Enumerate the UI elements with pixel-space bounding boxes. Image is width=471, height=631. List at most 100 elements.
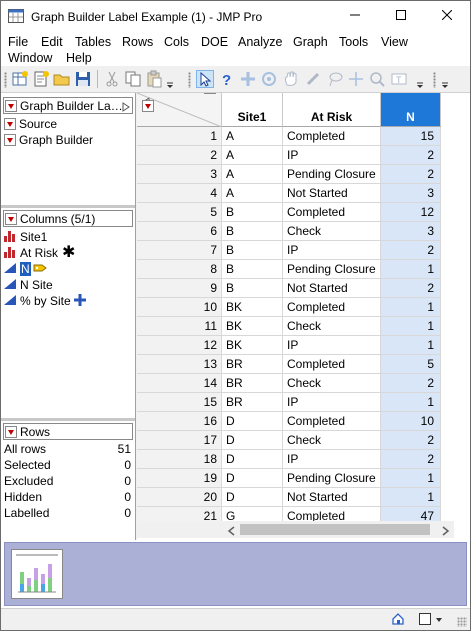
menu-doe[interactable]: DOE: [201, 34, 228, 50]
row-number[interactable]: 15: [137, 393, 222, 412]
cell-n[interactable]: 1: [381, 317, 441, 336]
row-number[interactable]: 17: [137, 431, 222, 450]
menu-analyze[interactable]: Analyze: [238, 34, 282, 50]
cell-site1[interactable]: D: [222, 450, 283, 469]
cell-n[interactable]: 15: [381, 127, 441, 146]
row-number[interactable]: 9: [137, 279, 222, 298]
new-data-table-icon[interactable]: [11, 70, 29, 88]
cell-at-risk[interactable]: Not Started: [283, 184, 381, 203]
grid-corner[interactable]: [137, 93, 222, 127]
brush-tool-icon[interactable]: [304, 70, 322, 88]
cell-site1[interactable]: D: [222, 431, 283, 450]
cell-at-risk[interactable]: IP: [283, 241, 381, 260]
cell-site1[interactable]: B: [222, 279, 283, 298]
cut-icon[interactable]: [103, 70, 121, 88]
menu-file[interactable]: File: [8, 34, 28, 50]
column-item-pct-by-site[interactable]: % by Site: [3, 293, 86, 309]
column-item-n-site[interactable]: N Site: [3, 277, 53, 293]
row-number[interactable]: 16: [137, 412, 222, 431]
cell-at-risk[interactable]: Check: [283, 431, 381, 450]
row-number[interactable]: 5: [137, 203, 222, 222]
menu-tables[interactable]: Tables: [75, 34, 111, 50]
open-folder-icon[interactable]: [53, 70, 71, 88]
cell-site1[interactable]: BK: [222, 317, 283, 336]
annotate-tool-icon[interactable]: T: [390, 70, 408, 88]
red-triangle-menu-icon[interactable]: [4, 118, 16, 130]
cell-site1[interactable]: A: [222, 146, 283, 165]
cell-site1[interactable]: B: [222, 222, 283, 241]
menu-edit[interactable]: Edit: [41, 34, 63, 50]
cell-n[interactable]: 2: [381, 450, 441, 469]
home-icon[interactable]: [391, 612, 405, 629]
row-number[interactable]: 18: [137, 450, 222, 469]
cell-at-risk[interactable]: Completed: [283, 355, 381, 374]
resize-grip-icon[interactable]: [457, 617, 467, 627]
column-header-at-risk[interactable]: At Risk: [283, 93, 381, 127]
grabber-tool-icon[interactable]: [282, 70, 300, 88]
red-triangle-menu-icon[interactable]: [5, 425, 17, 438]
cell-site1[interactable]: D: [222, 469, 283, 488]
row-number[interactable]: 20: [137, 488, 222, 507]
selection-tool-icon[interactable]: [239, 70, 257, 88]
column-item-at-risk[interactable]: At Risk ✱: [3, 245, 75, 261]
menu-graph[interactable]: Graph: [293, 34, 328, 50]
row-number[interactable]: 3: [137, 165, 222, 184]
cell-at-risk[interactable]: IP: [283, 146, 381, 165]
red-triangle-menu-icon[interactable]: [5, 212, 17, 225]
collapse-arrow-icon[interactable]: [122, 101, 130, 115]
menu-view[interactable]: View: [381, 34, 408, 50]
row-number[interactable]: 1: [137, 127, 222, 146]
row-number[interactable]: 7: [137, 241, 222, 260]
close-button[interactable]: [424, 1, 470, 32]
menu-help[interactable]: Help: [66, 50, 92, 66]
zoom-tool-icon[interactable]: [368, 70, 386, 88]
cell-at-risk[interactable]: IP: [283, 393, 381, 412]
cell-at-risk[interactable]: IP: [283, 450, 381, 469]
cell-site1[interactable]: A: [222, 127, 283, 146]
cell-at-risk[interactable]: Check: [283, 374, 381, 393]
cell-at-risk[interactable]: Completed: [283, 203, 381, 222]
paste-icon[interactable]: [145, 70, 163, 88]
cell-n[interactable]: 10: [381, 412, 441, 431]
row-number[interactable]: 8: [137, 260, 222, 279]
column-item-n[interactable]: N: [3, 261, 47, 277]
row-number[interactable]: 12: [137, 336, 222, 355]
cell-n[interactable]: 2: [381, 431, 441, 450]
horizontal-scroll-thumb[interactable]: [240, 524, 430, 535]
cell-at-risk[interactable]: Not Started: [283, 279, 381, 298]
script-graph-builder[interactable]: Graph Builder: [3, 132, 93, 148]
toolbar-overflow-icon[interactable]: [165, 70, 175, 88]
cell-n[interactable]: 2: [381, 165, 441, 184]
cell-n[interactable]: 5: [381, 355, 441, 374]
cell-site1[interactable]: BR: [222, 374, 283, 393]
cell-n[interactable]: 2: [381, 279, 441, 298]
cell-site1[interactable]: A: [222, 184, 283, 203]
cell-site1[interactable]: BK: [222, 336, 283, 355]
cell-n[interactable]: 1: [381, 298, 441, 317]
columns-header[interactable]: Columns (5/1): [3, 210, 133, 227]
menu-cols[interactable]: Cols: [164, 34, 189, 50]
new-script-icon[interactable]: [32, 70, 50, 88]
lasso-tool-icon[interactable]: [326, 70, 344, 88]
toolbar-overflow-icon[interactable]: [440, 70, 450, 88]
cell-n[interactable]: 2: [381, 374, 441, 393]
maximize-button[interactable]: [378, 1, 424, 32]
cell-at-risk[interactable]: Pending Closure: [283, 165, 381, 184]
copy-icon[interactable]: [124, 70, 142, 88]
table-name-header[interactable]: Graph Builder La…: [3, 97, 133, 114]
cell-n[interactable]: 12: [381, 203, 441, 222]
menu-window[interactable]: Window: [8, 50, 52, 66]
cell-site1[interactable]: BR: [222, 355, 283, 374]
graph-builder-thumbnail[interactable]: [11, 549, 63, 599]
cell-at-risk[interactable]: Completed: [283, 412, 381, 431]
scroll-right-icon[interactable]: [442, 525, 450, 539]
red-triangle-menu-icon[interactable]: [4, 134, 16, 146]
row-number[interactable]: 14: [137, 374, 222, 393]
cell-site1[interactable]: BR: [222, 393, 283, 412]
red-triangle-menu-icon[interactable]: [5, 99, 17, 112]
row-number[interactable]: 19: [137, 469, 222, 488]
arrow-tool-icon[interactable]: [196, 70, 214, 88]
script-source[interactable]: Source: [3, 116, 57, 132]
cell-at-risk[interactable]: Completed: [283, 127, 381, 146]
cell-n[interactable]: 2: [381, 146, 441, 165]
